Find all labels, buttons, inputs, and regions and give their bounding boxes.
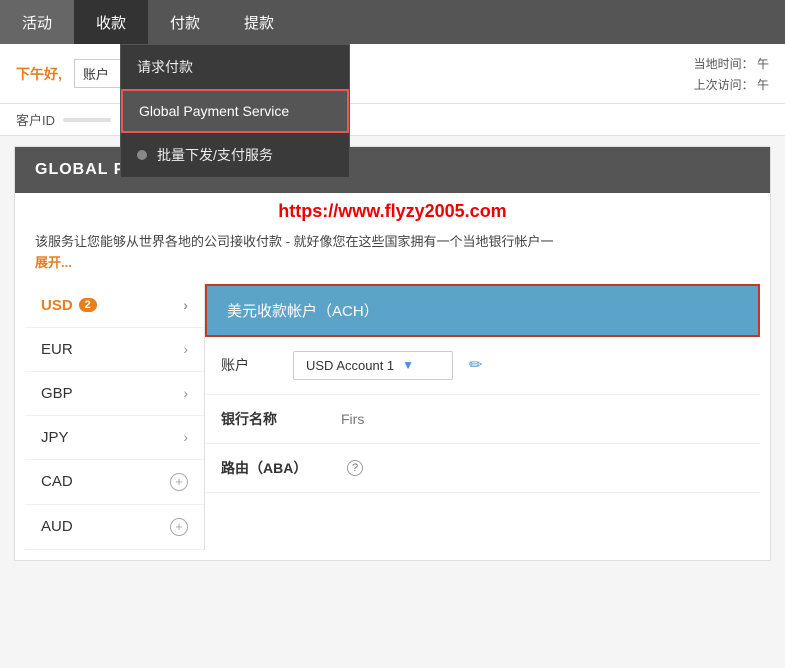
currency-item-usd[interactable]: USD 2 › [25, 284, 204, 328]
info-left: 下午好, 账户 ▼ [16, 59, 694, 88]
dropdown-item-batch[interactable]: 批量下发/支付服务 [121, 133, 349, 177]
account-row-label: 账户 [221, 355, 281, 375]
dropdown-item-request[interactable]: 请求付款 [121, 45, 349, 89]
currency-jpy-chevron: › [183, 429, 188, 445]
routing-label: 路由（ABA） [221, 458, 341, 478]
watermark: https://www.flyzy2005.com [15, 193, 770, 226]
main-content: USD 2 › EUR › GBP › JPY › CAD + AUD [15, 284, 770, 560]
dropdown-item-global-payment[interactable]: Global Payment Service [121, 89, 349, 133]
currency-item-gbp[interactable]: GBP › [25, 372, 204, 416]
bank-name-row: 银行名称 Firs [205, 395, 760, 444]
dot-icon [137, 150, 147, 160]
currency-eur-chevron: › [183, 341, 188, 357]
currency-item-jpy[interactable]: JPY › [25, 416, 204, 460]
currency-gbp-chevron: › [183, 385, 188, 401]
nav-item-withdraw[interactable]: 提款 [222, 0, 296, 44]
receive-dropdown: 请求付款 Global Payment Service 批量下发/支付服务 [120, 44, 350, 178]
gps-card: GLOBAL PAYMENT SERVICE https://www.flyzy… [14, 146, 771, 561]
currency-cad-plus[interactable]: + [170, 473, 188, 491]
customer-id-value [63, 118, 111, 122]
info-bar: 下午好, 账户 ▼ 当地时间： 午 上次访问： 午 [0, 44, 785, 104]
account-dropdown-arrow: ▼ [402, 358, 414, 372]
currency-jpy-label: JPY [41, 429, 69, 446]
account-row: 账户 USD Account 1 ▼ ✏ [205, 337, 760, 395]
currency-list: USD 2 › EUR › GBP › JPY › CAD + AUD [25, 284, 205, 550]
top-navigation: 活动 收款 付款 提款 [0, 0, 785, 44]
currency-usd-badge: 2 [79, 298, 97, 312]
currency-item-cad[interactable]: CAD + [25, 460, 204, 505]
customer-id-label: 客户ID [16, 110, 55, 129]
routing-row: 路由（ABA） ? [205, 444, 760, 493]
account-dropdown-value: USD Account 1 [306, 358, 394, 373]
currency-eur-label: EUR [41, 341, 73, 358]
currency-aud-label: AUD [41, 518, 73, 535]
nav-item-receive[interactable]: 收款 [74, 0, 148, 44]
afternoon-label: 下午好, [16, 64, 62, 84]
edit-account-icon[interactable]: ✏ [469, 355, 482, 375]
customer-id-row: 客户ID [0, 104, 785, 135]
currency-gbp-label: GBP [41, 385, 73, 402]
currency-usd-label: USD [41, 297, 73, 314]
currency-item-eur[interactable]: EUR › [25, 328, 204, 372]
account-panel: 美元收款帐户（ACH） 账户 USD Account 1 ▼ ✏ 银行名称 Fi… [205, 284, 760, 550]
last-visit-label: 上次访问： 午 [694, 76, 769, 93]
currency-item-aud[interactable]: AUD + [25, 505, 204, 550]
account-panel-header: 美元收款帐户（ACH） [205, 284, 760, 337]
bank-name-label: 银行名称 [221, 409, 341, 429]
local-time-label: 当地时间： 午 [694, 55, 769, 72]
routing-help-icon[interactable]: ? [347, 460, 363, 476]
currency-cad-label: CAD [41, 473, 73, 490]
nav-item-pay[interactable]: 付款 [148, 0, 222, 44]
info-right: 当地时间： 午 上次访问： 午 [694, 55, 769, 93]
account-dropdown[interactable]: USD Account 1 ▼ [293, 351, 453, 380]
currency-usd-chevron: › [183, 297, 188, 313]
expand-link[interactable]: 展开... [35, 255, 72, 270]
nav-item-activity[interactable]: 活动 [0, 0, 74, 44]
gps-description: 该服务让您能够从世界各地的公司接收付款 - 就好像您在这些国家拥有一个当地银行帐… [15, 226, 770, 284]
bank-name-value: Firs [341, 411, 364, 427]
currency-aud-plus[interactable]: + [170, 518, 188, 536]
